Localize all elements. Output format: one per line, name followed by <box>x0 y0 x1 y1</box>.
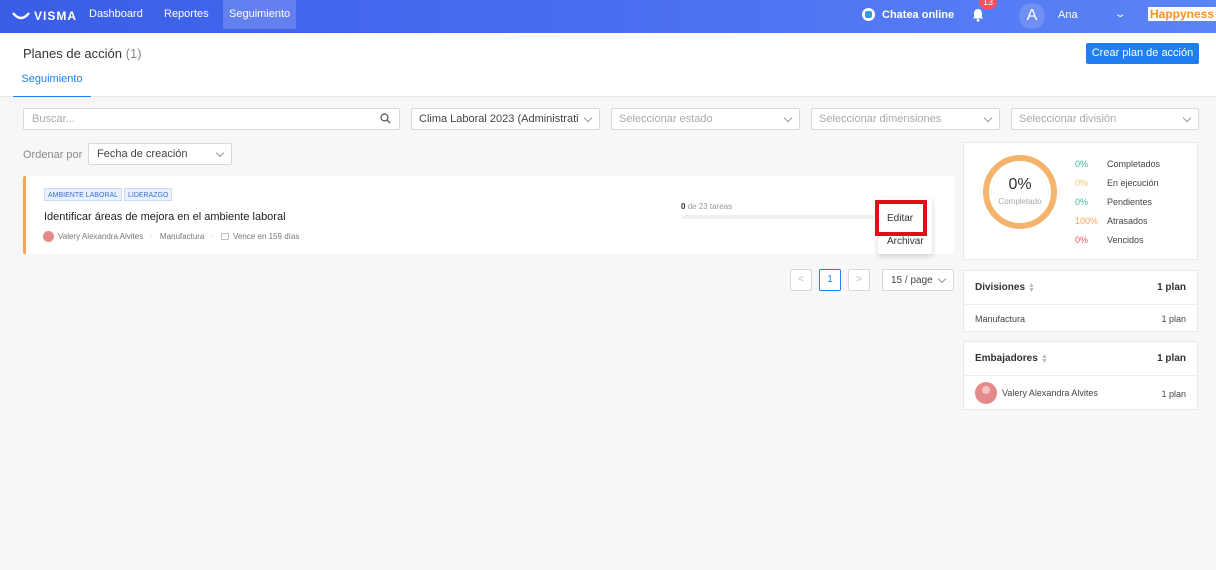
chevron-down-icon <box>583 113 593 123</box>
visma-logo-icon <box>12 12 30 20</box>
dimensions-select[interactable]: Seleccionar dimensiones <box>811 108 1000 130</box>
embajadores-total: 1 plan <box>1157 353 1186 364</box>
chevron-down-icon[interactable]: ⌄ <box>1114 9 1127 20</box>
logo-text: VISMA <box>34 9 78 23</box>
divisiones-panel: Divisiones ▲ ▼ 1 plan Manufactura 1 plan <box>963 270 1198 332</box>
state-select-placeholder: Seleccionar estado <box>619 113 713 125</box>
progress-bar <box>681 215 884 219</box>
status-completados: 0% Completados <box>1075 159 1160 169</box>
next-page-button[interactable]: > <box>848 269 870 291</box>
survey-select[interactable]: Clima Laboral 2023 (Administrati... <box>411 108 600 130</box>
tag-ambiente-laboral: AMBIENTE LABORAL <box>44 188 123 201</box>
progress-rest: de 23 tareas <box>687 202 733 211</box>
status-pendientes: 0% Pendientes <box>1075 197 1152 207</box>
donut-percent: 0% <box>1008 176 1032 193</box>
divisiones-title: Divisiones <box>975 282 1026 293</box>
chevron-down-icon <box>937 274 947 284</box>
notification-badge: 13 <box>979 0 997 9</box>
nav-seguimiento[interactable]: Seguimiento <box>223 0 297 29</box>
chevron-down-icon <box>983 113 993 123</box>
create-plan-button[interactable]: Crear plan de acción <box>1086 43 1199 64</box>
calendar-icon <box>221 233 230 240</box>
status-label: Vencidos <box>1107 235 1144 245</box>
sort-icon[interactable]: ▲ ▼ <box>1028 282 1035 294</box>
chevron-down-icon <box>1182 113 1192 123</box>
plan-card[interactable]: AMBIENTE LABORAL LIDERAZGO Identificar á… <box>23 176 954 254</box>
status-label: Completados <box>1107 159 1161 169</box>
survey-select-value: Clima Laboral 2023 (Administrati... <box>419 113 579 125</box>
sort-icon[interactable]: ▲ ▼ <box>1041 353 1048 365</box>
status-label: En ejecución <box>1107 178 1159 188</box>
status-pct: 0% <box>1075 235 1089 245</box>
embajadores-panel: Embajadores ▲ ▼ 1 plan Valery Alexandra A… <box>963 341 1198 410</box>
ambassador-name: Valery Alexandra Alvites <box>1002 388 1098 398</box>
prev-page-button[interactable]: < <box>790 269 812 291</box>
plan-due: Vence en 159 días <box>233 232 300 241</box>
owner-avatar <box>43 231 54 242</box>
page-header: Planes de acción (1) Crear plan de acció… <box>0 33 1216 97</box>
menu-item-archivar[interactable]: Archivar <box>887 236 924 247</box>
user-name[interactable]: Ana <box>1058 9 1078 21</box>
divisiones-header: Divisiones ▲ ▼ 1 plan <box>964 271 1197 305</box>
division-row-label: Manufactura <box>975 314 1026 324</box>
plan-owner: Valery Alexandra Alvites <box>58 232 144 241</box>
status-label: Pendientes <box>1107 197 1153 207</box>
sort-select-value: Fecha de creación <box>97 148 188 160</box>
page-size-value: 15 / page <box>891 275 933 286</box>
dimensions-select-placeholder: Seleccionar dimensiones <box>819 113 942 125</box>
chevron-down-icon <box>783 113 793 123</box>
chat-online-button[interactable]: Chatea online <box>862 8 954 21</box>
chat-icon <box>862 8 875 21</box>
state-select[interactable]: Seleccionar estado <box>611 108 800 130</box>
user-avatar[interactable]: A <box>1019 3 1045 29</box>
progress-done: 0 <box>681 202 686 211</box>
plan-title[interactable]: Identificar áreas de mejora en el ambien… <box>44 211 286 223</box>
division-select-placeholder: Seleccionar división <box>1019 113 1117 125</box>
division-select[interactable]: Seleccionar división <box>1011 108 1199 130</box>
happyness-logo: Happyness <box>1148 7 1216 21</box>
embajadores-title: Embajadores <box>975 353 1038 364</box>
plan-division: Manufactura <box>159 232 205 241</box>
status-en-ejecucion: 0% En ejecución <box>1075 178 1159 188</box>
page-title-text: Planes de acción <box>23 46 123 61</box>
plan-meta: Valery Alexandra Alvites · Manufactura ·… <box>43 231 299 242</box>
search-placeholder: Buscar... <box>32 113 75 125</box>
status-atrasados: 100% Atrasados <box>1075 216 1148 226</box>
sort-select[interactable]: Fecha de creación <box>88 143 232 165</box>
top-navbar: VISMA Dashboard Reportes Seguimiento Cha… <box>0 0 1216 33</box>
status-vencidos: 0% Vencidos <box>1075 235 1144 245</box>
status-pct: 0% <box>1075 178 1089 188</box>
highlight-box <box>875 200 927 236</box>
progress-text: 0 de 23 tareas <box>681 202 732 211</box>
search-input[interactable]: Buscar... <box>23 108 400 130</box>
status-pct: 0% <box>1075 197 1089 207</box>
separator: · <box>150 232 153 241</box>
status-label: Atrasados <box>1107 216 1148 226</box>
donut-label: Completado <box>998 197 1042 206</box>
tag-liderazgo: LIDERAZGO <box>124 188 173 201</box>
page-size-select[interactable]: 15 / page <box>882 269 954 291</box>
status-pct: 0% <box>1075 159 1089 169</box>
chevron-down-icon <box>215 148 225 158</box>
tab-seguimiento[interactable]: Seguimiento <box>13 73 91 97</box>
bell-icon[interactable] <box>972 8 984 22</box>
embajadores-header: Embajadores ▲ ▼ 1 plan <box>964 342 1197 376</box>
nav-dashboard[interactable]: Dashboard <box>83 0 149 29</box>
search-icon[interactable] <box>380 113 391 124</box>
division-row-value: 1 plan <box>1161 314 1186 324</box>
page-1-button[interactable]: 1 <box>819 269 841 291</box>
ambassador-avatar <box>975 382 997 404</box>
nav-reportes[interactable]: Reportes <box>158 0 215 29</box>
sort-label: Ordenar por <box>23 149 83 161</box>
page-title: Planes de acción (1) <box>23 46 142 61</box>
completion-summary: 0% Completado 0% Completados 0% En ejecuci… <box>963 142 1198 260</box>
status-pct: 100% <box>1075 216 1099 226</box>
completion-donut: 0% Completado <box>981 153 1059 231</box>
divisiones-total: 1 plan <box>1157 282 1186 293</box>
visma-logo[interactable]: VISMA <box>12 9 77 23</box>
chat-label: Chatea online <box>882 8 955 21</box>
separator: · <box>211 232 215 241</box>
ambassador-count: 1 plan <box>1161 389 1186 399</box>
plan-count: (1) <box>125 46 142 61</box>
